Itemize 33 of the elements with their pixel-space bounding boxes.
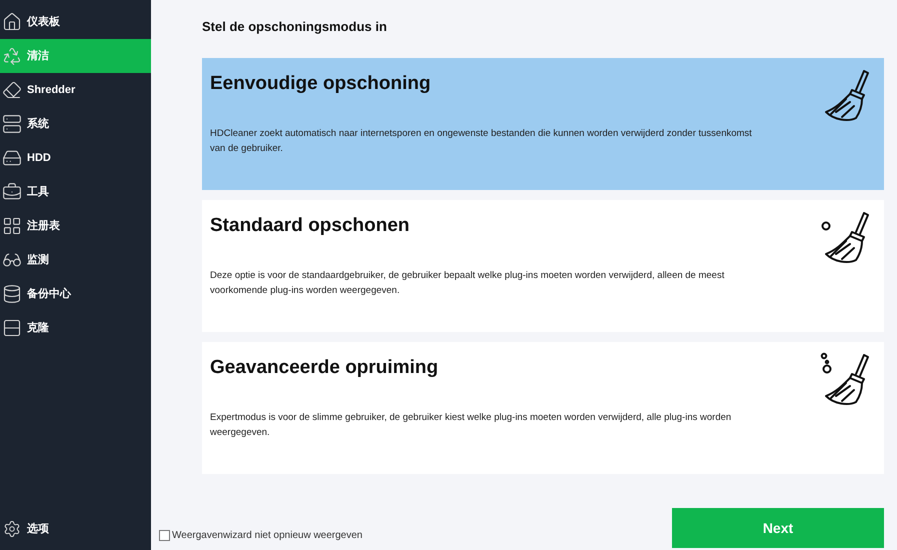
server-icon (2, 114, 22, 134)
sidebar-item[interactable]: 仪表板 (0, 5, 151, 39)
mode-description: Expertmodus is voor de slimme gebruiker, de gebruiker kiest welke plug-ins moeten worden verwijderd, alle plug-ins worden weergegeven. (210, 410, 732, 440)
database-icon (2, 284, 22, 304)
hard-drive-icon (2, 148, 22, 168)
mode-title: Eenvoudige opschoning (210, 72, 432, 96)
sidebar-item[interactable]: 监测 (0, 243, 151, 277)
settings-icon (3, 520, 21, 538)
sidebar-item[interactable]: 系统 (0, 107, 151, 141)
mode-title: Geavanceerde opruiming (210, 356, 440, 380)
eraser-icon (2, 80, 22, 100)
recycle-icon (2, 46, 22, 66)
sidebar-item[interactable]: HDD (0, 141, 151, 175)
mode-card[interactable]: Standaard opschonen Deze optie is voor de standaardgebruiker, de gebruiker bepaalt welke plug-ins moeten worden verwijderd, alleen de meest voorkomende plug-ins worden weergegeven. (202, 200, 884, 332)
mode-card[interactable]: Eenvoudige opschoning HDCleaner zoekt automatisch naar internetsporen en ongewenste bestanden die kunnen worden verwijderd zonder tussenkomst van de gebruiker. (202, 58, 884, 190)
sidebar-item[interactable]: 注册表 (0, 209, 151, 243)
house-icon (2, 12, 22, 32)
toolbox-icon (2, 182, 22, 202)
panel-icon (2, 318, 22, 338)
sidebar-item[interactable]: Shredder (0, 73, 151, 107)
sidebar-item[interactable]: 克隆 (0, 311, 151, 345)
dont-show-checkbox[interactable]: Weergavenwizard niet opnieuw weergeven (159, 528, 362, 543)
mode-title: Standaard opschonen (210, 214, 411, 238)
sidebar-item[interactable]: 备份中心 (0, 277, 151, 311)
broom-icon (820, 210, 872, 266)
sidebar-item[interactable]: 工具 (0, 175, 151, 209)
grid-icon (2, 216, 22, 236)
broom-icon (820, 352, 872, 408)
mode-card[interactable]: Geavanceerde opruiming Expertmodus is voor de slimme gebruiker, de gebruiker kiest welke plug-ins moeten worden verwijderd, alle plug-ins worden weergegeven. (202, 342, 884, 474)
page-heading: Stel de opschoningsmodus in (202, 18, 388, 35)
mode-description: Deze optie is voor de standaardgebruiker, de gebruiker bepaalt welke plug-ins moeten worden verwijderd, alleen de meest voorkomende plug-ins worden weergegeven. (210, 268, 726, 298)
mode-description: HDCleaner zoekt automatisch naar internetsporen en ongewenste bestanden die kunnen worden verwijderd zonder tussenkomst van de gebruiker. (210, 126, 753, 156)
sidebar-item[interactable]: 选项 (0, 514, 151, 544)
